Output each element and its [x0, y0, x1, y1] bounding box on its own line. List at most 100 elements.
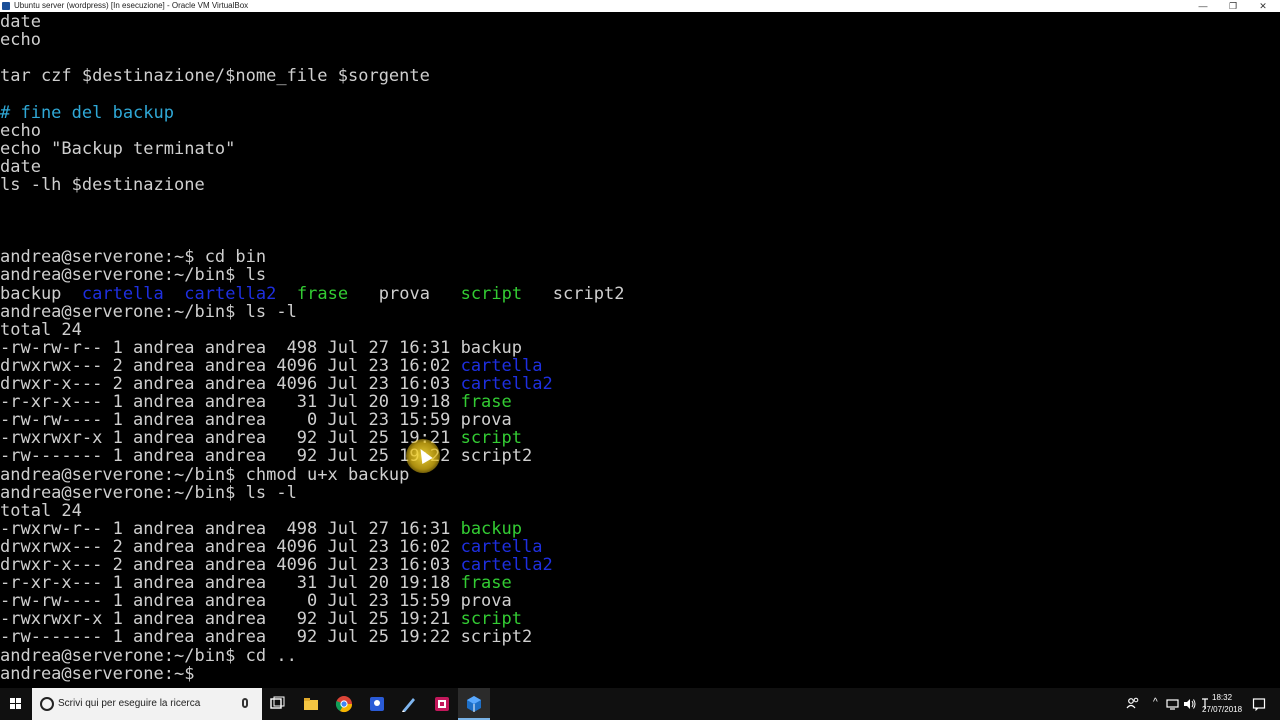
terminal-text: cartella2 — [184, 283, 277, 304]
terminal-line: echo "Backup terminato" — [0, 140, 235, 158]
terminal-text: -r-xr-x--- 1 andrea andrea 31 Jul 20 19:… — [0, 573, 461, 594]
terminal-text: andrea@serverone:~/bin$ ls -l — [0, 482, 297, 503]
terminal-text: total 24 — [0, 319, 82, 340]
microphone-icon[interactable] — [242, 698, 248, 708]
terminal-text: drwxrwx--- 2 andrea andrea 4096 Jul 23 1… — [0, 355, 461, 376]
terminal-text: -rw------- 1 andrea andrea 92 Jul 25 19:… — [0, 627, 533, 648]
terminal-line: drwxrwx--- 2 andrea andrea 4096 Jul 23 1… — [0, 357, 542, 375]
task-view-icon[interactable] — [268, 695, 286, 713]
terminal-text: andrea@serverone:~/bin$ chmod u+x backup — [0, 464, 410, 485]
terminal-text: backup — [460, 518, 522, 539]
terminal-line: -r-xr-x--- 1 andrea andrea 31 Jul 20 19:… — [0, 574, 512, 592]
terminal-line: andrea@serverone:~$ — [0, 665, 205, 683]
terminal-line: -rw------- 1 andrea andrea 92 Jul 25 19:… — [0, 628, 532, 646]
window-title-bar[interactable]: Ubuntu server (wordpress) [In esecuzione… — [0, 0, 1280, 12]
terminal-line: tar czf $destinazione/$nome_file $sorgen… — [0, 67, 430, 85]
terminal-text: ls -lh $destinazione — [0, 174, 205, 195]
tray-date[interactable]: 27/07/2018 — [1202, 705, 1242, 714]
terminal-text: -rw-rw-r-- 1 andrea andrea 498 Jul 27 16… — [0, 337, 522, 358]
terminal-line: -rwxrw-r-- 1 andrea andrea 498 Jul 27 16… — [0, 520, 522, 538]
terminal-text: -rwxrwxr-x 1 andrea andrea 92 Jul 25 19:… — [0, 609, 461, 630]
terminal-line: total 24 — [0, 502, 82, 520]
terminal-line: total 24 — [0, 321, 82, 339]
terminal-text: backup — [0, 283, 82, 304]
terminal-line: backup cartella cartella2 frase prova sc… — [0, 285, 624, 303]
terminal-line: andrea@serverone:~/bin$ chmod u+x backup — [0, 466, 409, 484]
terminal-line: ls -lh $destinazione — [0, 176, 205, 194]
terminal-text: script — [460, 283, 523, 304]
terminal-text: cartella2 — [460, 555, 553, 575]
volume-icon[interactable] — [1183, 697, 1197, 711]
terminal-line: # fine del backup — [0, 104, 174, 122]
terminal-text: # fine del backup — [0, 102, 174, 123]
terminal-line: drwxr-x--- 2 andrea andrea 4096 Jul 23 1… — [0, 375, 553, 393]
terminal-line: -rwxrwxr-x 1 andrea andrea 92 Jul 25 19:… — [0, 429, 522, 447]
virtualbox-app-icon — [2, 2, 10, 10]
terminal-text: -rw------- 1 andrea andrea 92 Jul 25 19:… — [0, 446, 533, 467]
terminal-text: tar czf $destinazione/$nome_file $sorgen… — [0, 66, 430, 87]
terminal-text: echo — [0, 120, 41, 141]
virtualbox-icon — [467, 696, 481, 712]
window-title: Ubuntu server (wordpress) [In esecuzione… — [14, 1, 249, 10]
terminal-text: script2 — [522, 283, 625, 304]
terminal-line: drwxrwx--- 2 andrea andrea 4096 Jul 23 1… — [0, 538, 542, 556]
terminal-text: drwxr-x--- 2 andrea andrea 4096 Jul 23 1… — [0, 374, 461, 394]
terminal-line: echo — [0, 122, 41, 140]
search-placeholder: Scrivi qui per eseguire la ricerca — [58, 698, 201, 709]
minimize-button[interactable]: — — [1188, 0, 1218, 12]
terminal-line: -r-xr-x--- 1 andrea andrea 31 Jul 20 19:… — [0, 393, 512, 411]
terminal-text: andrea@serverone:~/bin$ cd .. — [0, 645, 297, 666]
terminal-text: -rwxrw-r-- 1 andrea andrea 498 Jul 27 16… — [0, 518, 461, 539]
terminal-line: -rw-rw---- 1 andrea andrea 0 Jul 23 15:5… — [0, 592, 512, 610]
terminal-text: frase — [460, 573, 512, 594]
taskbar-search-box[interactable]: Scrivi qui per eseguire la ricerca — [32, 688, 262, 720]
terminal-text: echo "Backup terminato" — [0, 138, 236, 159]
app-pen-icon[interactable] — [400, 695, 418, 713]
file-explorer-icon[interactable] — [302, 695, 320, 713]
terminal-text: prova — [348, 283, 461, 304]
terminal-text: date — [0, 156, 41, 177]
terminal-text: cartella — [460, 355, 543, 376]
terminal-text: total 24 — [0, 500, 82, 521]
terminal-text: frase — [296, 283, 349, 304]
terminal-text: drwxrwx--- 2 andrea andrea 4096 Jul 23 1… — [0, 536, 461, 557]
terminal-line: andrea@serverone:~/bin$ ls — [0, 266, 266, 284]
terminal-line: andrea@serverone:~/bin$ ls -l — [0, 303, 297, 321]
terminal-text: andrea@serverone:~$ cd bin — [0, 247, 267, 268]
terminal-text: -rw-rw---- 1 andrea andrea 0 Jul 23 15:5… — [0, 591, 512, 612]
terminal-line: -rw------- 1 andrea andrea 92 Jul 25 19:… — [0, 447, 532, 465]
terminal-line: drwxr-x--- 2 andrea andrea 4096 Jul 23 1… — [0, 556, 553, 574]
terminal-line: echo — [0, 31, 41, 49]
app-pink-icon[interactable] — [433, 695, 451, 713]
terminal-line: -rw-rw---- 1 andrea andrea 0 Jul 23 15:5… — [0, 411, 512, 429]
network-icon[interactable] — [1166, 697, 1180, 711]
restore-button[interactable]: ❐ — [1218, 0, 1248, 12]
terminal-text: drwxr-x--- 2 andrea andrea 4096 Jul 23 1… — [0, 555, 461, 575]
windows-taskbar: Scrivi qui per eseguire la ricerca ^ 18:… — [0, 688, 1280, 720]
terminal-text: cartella2 — [460, 374, 553, 394]
close-button[interactable]: ✕ — [1248, 0, 1278, 12]
app-blue-icon[interactable] — [368, 695, 386, 713]
terminal-line: date — [0, 158, 41, 176]
terminal-text: echo — [0, 30, 41, 51]
cortana-icon — [40, 697, 54, 711]
terminal-line: andrea@serverone:~/bin$ ls -l — [0, 484, 297, 502]
terminal-line: date — [0, 13, 41, 31]
people-icon[interactable] — [1126, 696, 1140, 710]
terminal-text: andrea@serverone:~$ — [0, 663, 205, 684]
terminal-console[interactable]: date echo tar czf $destinazione/$nome_file… — [0, 13, 1280, 688]
terminal-line: -rw-rw-r-- 1 andrea andrea 498 Jul 27 16… — [0, 339, 522, 357]
terminal-text: andrea@serverone:~/bin$ ls — [0, 265, 267, 286]
tray-time[interactable]: 18:32 — [1212, 693, 1232, 702]
terminal-line: andrea@serverone:~/bin$ cd .. — [0, 647, 297, 665]
chrome-icon[interactable] — [335, 695, 353, 713]
terminal-line: -rwxrwxr-x 1 andrea andrea 92 Jul 25 19:… — [0, 610, 522, 628]
terminal-text: -r-xr-x--- 1 andrea andrea 31 Jul 20 19:… — [0, 392, 461, 413]
notification-center-icon[interactable] — [1252, 697, 1266, 711]
start-button[interactable] — [0, 688, 32, 720]
terminal-text: andrea@serverone:~/bin$ ls -l — [0, 301, 297, 322]
terminal-text: -rw-rw---- 1 andrea andrea 0 Jul 23 15:5… — [0, 410, 512, 431]
tray-chevron-icon[interactable]: ^ — [1153, 697, 1158, 708]
terminal-text: cartella — [460, 536, 543, 557]
